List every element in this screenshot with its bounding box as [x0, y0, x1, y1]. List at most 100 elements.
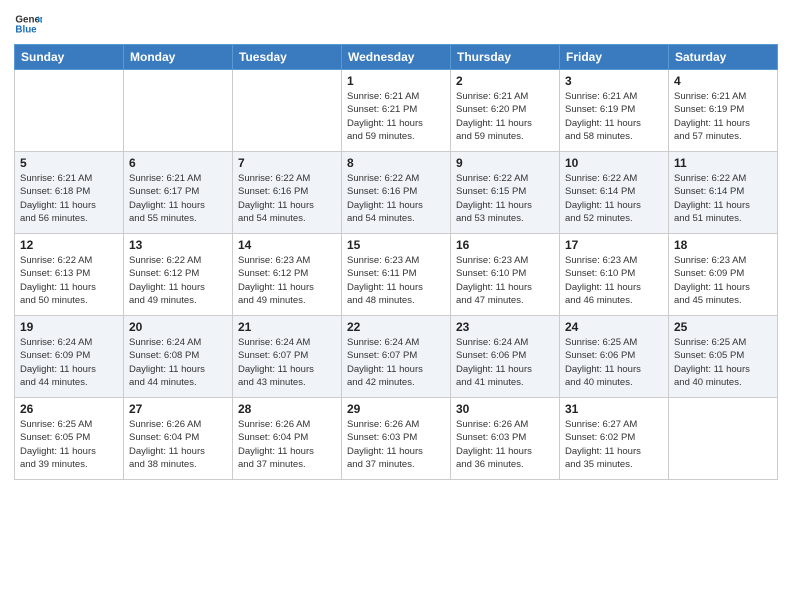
calendar-cell: 23Sunrise: 6:24 AM Sunset: 6:06 PM Dayli…	[451, 316, 560, 398]
weekday-header-monday: Monday	[124, 45, 233, 70]
day-info: Sunrise: 6:25 AM Sunset: 6:05 PM Dayligh…	[20, 418, 118, 471]
day-info: Sunrise: 6:22 AM Sunset: 6:16 PM Dayligh…	[347, 172, 445, 225]
calendar-cell: 26 Sunrise: 6:25 AM Sunset: 6:05 PM Dayli…	[15, 398, 124, 480]
calendar-cell	[15, 70, 124, 152]
day-number: 26	[20, 402, 118, 416]
svg-text:Blue: Blue	[15, 24, 37, 35]
day-info: Sunrise: 6:22 AM Sunset: 6:12 PM Dayligh…	[129, 254, 227, 307]
week-row-2: 5Sunrise: 6:21 AM Sunset: 6:18 PM Daylig…	[15, 152, 778, 234]
day-number: 3	[565, 74, 663, 88]
day-number: 29	[347, 402, 445, 416]
calendar-cell: 20 Sunrise: 6:24 AM Sunset: 6:08 PM Dayli…	[124, 316, 233, 398]
calendar-cell: 9Sunrise: 6:22 AM Sunset: 6:15 PM Daylig…	[451, 152, 560, 234]
day-number: 1	[347, 74, 445, 88]
day-number: 30	[456, 402, 554, 416]
calendar-cell: 25Sunrise: 6:25 AM Sunset: 6:05 PM Dayli…	[669, 316, 778, 398]
day-number: 21	[238, 320, 336, 334]
day-info: Sunrise: 6:21 AM Sunset: 6:19 PM Dayligh…	[565, 90, 663, 143]
calendar-cell: 30 Sunrise: 6:26 AM Sunset: 6:03 PM Dayli…	[451, 398, 560, 480]
week-row-1: 1 Sunrise: 6:21 AM Sunset: 6:21 PM Daylig…	[15, 70, 778, 152]
day-info: Sunrise: 6:24 AM Sunset: 6:07 PM Dayligh…	[347, 336, 445, 389]
calendar-table: SundayMondayTuesdayWednesdayThursdayFrid…	[14, 44, 778, 480]
day-info: Sunrise: 6:22 AM Sunset: 6:14 PM Dayligh…	[674, 172, 772, 225]
day-number: 25	[674, 320, 772, 334]
day-number: 28	[238, 402, 336, 416]
header: General Blue	[14, 10, 778, 38]
calendar-cell: 24 Sunrise: 6:25 AM Sunset: 6:06 PM Dayli…	[560, 316, 669, 398]
day-info: Sunrise: 6:23 AM Sunset: 6:10 PM Dayligh…	[565, 254, 663, 307]
day-info: Sunrise: 6:24 AM Sunset: 6:08 PM Dayligh…	[129, 336, 227, 389]
day-number: 12	[20, 238, 118, 252]
day-info: Sunrise: 6:21 AM Sunset: 6:19 PM Dayligh…	[674, 90, 772, 143]
calendar-cell	[124, 70, 233, 152]
weekday-header-tuesday: Tuesday	[233, 45, 342, 70]
calendar-cell: 1 Sunrise: 6:21 AM Sunset: 6:21 PM Daylig…	[342, 70, 451, 152]
day-info: Sunrise: 6:23 AM Sunset: 6:12 PM Dayligh…	[238, 254, 336, 307]
weekday-header-saturday: Saturday	[669, 45, 778, 70]
calendar-cell	[669, 398, 778, 480]
day-number: 2	[456, 74, 554, 88]
day-info: Sunrise: 6:23 AM Sunset: 6:09 PM Dayligh…	[674, 254, 772, 307]
calendar-cell: 14 Sunrise: 6:23 AM Sunset: 6:12 PM Dayli…	[233, 234, 342, 316]
day-number: 18	[674, 238, 772, 252]
day-number: 14	[238, 238, 336, 252]
day-info: Sunrise: 6:26 AM Sunset: 6:04 PM Dayligh…	[238, 418, 336, 471]
calendar-cell: 29 Sunrise: 6:26 AM Sunset: 6:03 PM Dayli…	[342, 398, 451, 480]
logo-icon: General Blue	[14, 10, 42, 38]
day-info: Sunrise: 6:23 AM Sunset: 6:10 PM Dayligh…	[456, 254, 554, 307]
day-number: 24	[565, 320, 663, 334]
calendar-cell: 16 Sunrise: 6:23 AM Sunset: 6:10 PM Dayli…	[451, 234, 560, 316]
day-info: Sunrise: 6:24 AM Sunset: 6:09 PM Dayligh…	[20, 336, 118, 389]
day-info: Sunrise: 6:26 AM Sunset: 6:03 PM Dayligh…	[456, 418, 554, 471]
calendar-cell: 19 Sunrise: 6:24 AM Sunset: 6:09 PM Dayli…	[15, 316, 124, 398]
calendar-cell: 4 Sunrise: 6:21 AM Sunset: 6:19 PM Daylig…	[669, 70, 778, 152]
day-info: Sunrise: 6:26 AM Sunset: 6:04 PM Dayligh…	[129, 418, 227, 471]
day-info: Sunrise: 6:21 AM Sunset: 6:18 PM Dayligh…	[20, 172, 118, 225]
logo: General Blue	[14, 10, 44, 38]
calendar-cell	[233, 70, 342, 152]
day-number: 13	[129, 238, 227, 252]
day-number: 17	[565, 238, 663, 252]
day-number: 31	[565, 402, 663, 416]
day-number: 6	[129, 156, 227, 170]
calendar-cell: 28 Sunrise: 6:26 AM Sunset: 6:04 PM Dayli…	[233, 398, 342, 480]
calendar-cell: 6Sunrise: 6:21 AM Sunset: 6:17 PM Daylig…	[124, 152, 233, 234]
calendar-cell: 18 Sunrise: 6:23 AM Sunset: 6:09 PM Dayli…	[669, 234, 778, 316]
day-number: 10	[565, 156, 663, 170]
day-number: 15	[347, 238, 445, 252]
week-row-3: 12 Sunrise: 6:22 AM Sunset: 6:13 PM Dayli…	[15, 234, 778, 316]
day-info: Sunrise: 6:21 AM Sunset: 6:21 PM Dayligh…	[347, 90, 445, 143]
calendar-cell: 21 Sunrise: 6:24 AM Sunset: 6:07 PM Dayli…	[233, 316, 342, 398]
calendar-cell: 10Sunrise: 6:22 AM Sunset: 6:14 PM Dayli…	[560, 152, 669, 234]
calendar-cell: 11Sunrise: 6:22 AM Sunset: 6:14 PM Dayli…	[669, 152, 778, 234]
day-number: 20	[129, 320, 227, 334]
calendar-cell: 15 Sunrise: 6:23 AM Sunset: 6:11 PM Dayli…	[342, 234, 451, 316]
day-info: Sunrise: 6:21 AM Sunset: 6:20 PM Dayligh…	[456, 90, 554, 143]
day-info: Sunrise: 6:25 AM Sunset: 6:06 PM Dayligh…	[565, 336, 663, 389]
day-number: 4	[674, 74, 772, 88]
weekday-header-sunday: Sunday	[15, 45, 124, 70]
week-row-5: 26 Sunrise: 6:25 AM Sunset: 6:05 PM Dayli…	[15, 398, 778, 480]
day-number: 16	[456, 238, 554, 252]
page: General Blue SundayMondayTuesdayWednesda…	[0, 0, 792, 612]
calendar-cell: 2 Sunrise: 6:21 AM Sunset: 6:20 PM Daylig…	[451, 70, 560, 152]
day-number: 9	[456, 156, 554, 170]
calendar-cell: 12 Sunrise: 6:22 AM Sunset: 6:13 PM Dayli…	[15, 234, 124, 316]
calendar-cell: 17 Sunrise: 6:23 AM Sunset: 6:10 PM Dayli…	[560, 234, 669, 316]
day-number: 8	[347, 156, 445, 170]
calendar-cell: 8 Sunrise: 6:22 AM Sunset: 6:16 PM Daylig…	[342, 152, 451, 234]
day-info: Sunrise: 6:22 AM Sunset: 6:13 PM Dayligh…	[20, 254, 118, 307]
day-number: 23	[456, 320, 554, 334]
day-number: 19	[20, 320, 118, 334]
calendar-cell: 3 Sunrise: 6:21 AM Sunset: 6:19 PM Daylig…	[560, 70, 669, 152]
weekday-header-thursday: Thursday	[451, 45, 560, 70]
day-info: Sunrise: 6:26 AM Sunset: 6:03 PM Dayligh…	[347, 418, 445, 471]
weekday-header-row: SundayMondayTuesdayWednesdayThursdayFrid…	[15, 45, 778, 70]
day-info: Sunrise: 6:23 AM Sunset: 6:11 PM Dayligh…	[347, 254, 445, 307]
calendar-cell: 22 Sunrise: 6:24 AM Sunset: 6:07 PM Dayli…	[342, 316, 451, 398]
day-number: 22	[347, 320, 445, 334]
day-info: Sunrise: 6:24 AM Sunset: 6:07 PM Dayligh…	[238, 336, 336, 389]
weekday-header-friday: Friday	[560, 45, 669, 70]
calendar-cell: 31 Sunrise: 6:27 AM Sunset: 6:02 PM Dayli…	[560, 398, 669, 480]
day-info: Sunrise: 6:27 AM Sunset: 6:02 PM Dayligh…	[565, 418, 663, 471]
